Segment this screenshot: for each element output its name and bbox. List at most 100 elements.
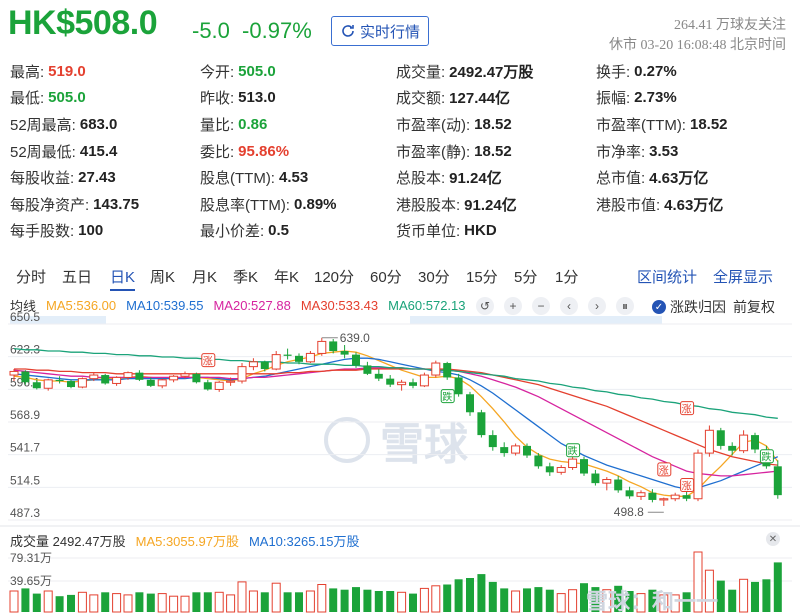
- volume-ma10: MA10:3265.15万股: [248, 534, 360, 549]
- rise-marker: 涨: [203, 356, 213, 368]
- volume-bar: [568, 589, 578, 613]
- candle-body: [43, 379, 53, 389]
- volume-bar: [556, 593, 566, 613]
- volume-bar: [112, 593, 122, 613]
- volume-bar: [728, 589, 737, 612]
- volume-ma5: MA5:3055.97万股: [135, 534, 239, 549]
- volume-bar: [511, 590, 521, 613]
- candle-body: [295, 355, 303, 362]
- candle-body: [271, 354, 281, 370]
- y-tick-label: 514.5: [10, 473, 40, 487]
- ma-band: [410, 316, 662, 324]
- candle-body: [89, 374, 99, 380]
- volume-bar: [397, 591, 407, 613]
- candle-body: [728, 445, 737, 451]
- volume-bar: [739, 578, 749, 613]
- volume-bar: [248, 590, 258, 613]
- ma-line-ma60: [13, 347, 778, 419]
- volume-bar: [443, 584, 452, 612]
- rise-marker: 涨: [659, 465, 669, 477]
- candle-body: [340, 351, 349, 355]
- volume-bar: [226, 594, 236, 613]
- candle-body: [226, 380, 236, 383]
- volume-total: 成交量 2492.47万股: [10, 534, 126, 549]
- candle-body: [123, 372, 133, 378]
- candle-body: [545, 466, 554, 473]
- volume-bar: [146, 593, 155, 612]
- candlestick-chart[interactable]: 650.5623.3596.1568.9541.7514.5487.3639.0…: [0, 0, 800, 616]
- candle-body: [214, 381, 224, 390]
- volume-bar: [283, 592, 292, 612]
- close-icon[interactable]: ✕: [766, 532, 780, 546]
- volume-legend: 成交量 2492.47万股 MA5:3055.97万股 MA10:3265.15…: [10, 531, 370, 550]
- candle-body: [636, 492, 646, 497]
- volume-bar: [340, 589, 349, 612]
- candle-body: [283, 354, 292, 356]
- candle-body: [67, 381, 75, 388]
- volume-bar: [169, 595, 179, 613]
- fall-marker: 跌: [442, 391, 452, 404]
- volume-bar: [374, 591, 383, 612]
- volume-bar: [762, 579, 771, 612]
- volume-bar: [500, 588, 509, 612]
- candle-body: [568, 458, 578, 469]
- candle-body: [477, 412, 486, 436]
- vol-tick-label: 39.65万: [10, 574, 52, 588]
- candle-body: [363, 365, 372, 374]
- corner-watermark: 雪球：和一一: [586, 589, 719, 614]
- volume-bar: [271, 582, 281, 613]
- candle-body: [648, 492, 657, 500]
- vol-tick-label: 79.31万: [10, 551, 52, 565]
- candle-body: [591, 473, 600, 484]
- candle-body: [237, 366, 247, 382]
- volume-bar: [67, 594, 75, 612]
- volume-bar: [123, 594, 133, 613]
- candle-body: [203, 382, 212, 390]
- volume-bar: [317, 584, 327, 613]
- candle-body: [21, 371, 30, 383]
- volume-bar: [466, 578, 474, 612]
- candle-body: [716, 430, 725, 446]
- min-annotation: 498.8: [614, 505, 644, 519]
- volume-bar: [773, 562, 782, 612]
- candle-body: [625, 490, 634, 497]
- candle-body: [704, 429, 714, 454]
- volume-bar: [43, 590, 53, 613]
- volume-bar: [32, 593, 41, 612]
- volume-bar: [409, 593, 417, 612]
- candle-body: [329, 341, 338, 352]
- candle-body: [454, 377, 463, 395]
- candle-body: [9, 370, 19, 376]
- ma-line-ma30: [14, 368, 778, 466]
- volume-bar: [295, 592, 303, 612]
- candle-body: [682, 495, 691, 499]
- volume-bar: [157, 593, 167, 613]
- candle-body: [157, 379, 167, 387]
- candle-body: [305, 352, 315, 363]
- volume-bar: [260, 592, 269, 612]
- volume-bar: [101, 592, 110, 612]
- volume-bar: [352, 587, 360, 612]
- candle-body: [192, 373, 201, 383]
- volume-bar: [419, 587, 429, 613]
- candle-body: [466, 394, 474, 413]
- volume-bar: [488, 581, 497, 612]
- candle-body: [739, 434, 749, 452]
- candle-body: [751, 435, 759, 450]
- volume-bar: [545, 589, 554, 612]
- candle-body: [556, 467, 566, 473]
- volume-bar: [135, 592, 144, 612]
- candle-body: [317, 340, 327, 354]
- candle-body: [386, 378, 395, 385]
- volume-bar: [386, 591, 395, 612]
- candle-body: [260, 361, 269, 370]
- candle-body: [55, 379, 64, 382]
- candle-body: [146, 379, 155, 386]
- volume-bar: [751, 581, 759, 612]
- volume-bar: [214, 591, 224, 613]
- candle-body: [135, 372, 144, 380]
- candle-body: [409, 382, 417, 386]
- volume-bar: [9, 590, 19, 613]
- volume-bar: [203, 592, 212, 612]
- volume-bar: [21, 588, 30, 612]
